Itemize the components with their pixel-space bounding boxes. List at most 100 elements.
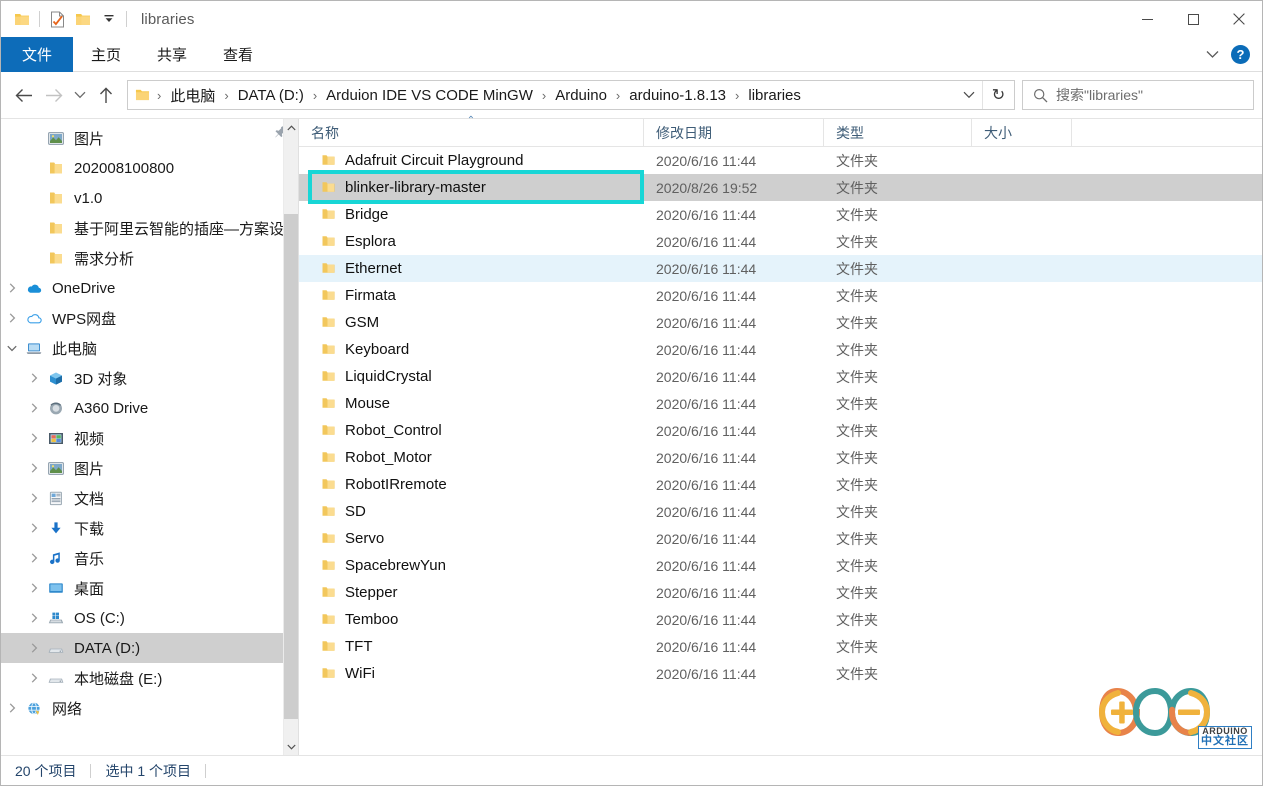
sidebar-item-1[interactable]: 202008100800: [1, 153, 298, 183]
close-button[interactable]: [1216, 1, 1262, 37]
sidebar-item-3[interactable]: 基于阿里云智能的插座—方案设计: [1, 213, 298, 243]
new-folder-icon[interactable]: [70, 6, 96, 32]
column-header-type[interactable]: 类型: [824, 119, 972, 146]
table-row[interactable]: SD 2020/6/16 11:44 文件夹: [299, 498, 1262, 525]
table-row[interactable]: Temboo 2020/6/16 11:44 文件夹: [299, 606, 1262, 633]
sidebar-item-11[interactable]: 图片: [1, 453, 298, 483]
table-row[interactable]: Servo 2020/6/16 11:44 文件夹: [299, 525, 1262, 552]
recent-locations-chevron-down-icon[interactable]: [69, 80, 91, 110]
column-header-size[interactable]: 大小: [972, 119, 1072, 146]
chevron-right-icon[interactable]: [23, 363, 45, 393]
forward-button[interactable]: [39, 80, 69, 110]
chevron-right-icon[interactable]: [23, 603, 45, 633]
table-row[interactable]: WiFi 2020/6/16 11:44 文件夹: [299, 660, 1262, 687]
scroll-down-icon[interactable]: [284, 738, 298, 755]
scroll-up-icon[interactable]: [284, 119, 298, 136]
refresh-icon[interactable]: ↻: [982, 81, 1014, 109]
table-row[interactable]: GSM 2020/6/16 11:44 文件夹: [299, 309, 1262, 336]
tab-share[interactable]: 共享: [139, 37, 205, 72]
sidebar-item-0[interactable]: 图片: [1, 123, 298, 153]
chevron-right-icon[interactable]: [23, 393, 45, 423]
minimize-button[interactable]: [1124, 1, 1170, 37]
table-row[interactable]: blinker-library-master 2020/8/26 19:52 文件夹: [299, 170, 1262, 204]
sidebar-item-6[interactable]: WPS网盘: [1, 303, 298, 333]
file-name-cell: Robot_Control: [299, 422, 644, 439]
properties-icon[interactable]: [44, 6, 70, 32]
chevron-right-icon[interactable]: [23, 513, 45, 543]
tab-file[interactable]: 文件: [1, 37, 73, 72]
back-button[interactable]: [9, 80, 39, 110]
sidebar-item-15[interactable]: 桌面: [1, 573, 298, 603]
breadcrumb-item-4[interactable]: arduino-1.8.13: [625, 85, 730, 106]
sidebar-item-10[interactable]: 视频: [1, 423, 298, 453]
breadcrumb-item-1[interactable]: DATA (D:): [234, 85, 308, 106]
table-row[interactable]: SpacebrewYun 2020/6/16 11:44 文件夹: [299, 552, 1262, 579]
table-row[interactable]: Ethernet 2020/6/16 11:44 文件夹: [299, 255, 1262, 282]
chevron-right-icon[interactable]: [23, 483, 45, 513]
table-row[interactable]: Bridge 2020/6/16 11:44 文件夹: [299, 201, 1262, 228]
chevron-right-icon[interactable]: [23, 543, 45, 573]
sidebar-item-8[interactable]: 3D 对象: [1, 363, 298, 393]
table-row[interactable]: Esplora 2020/6/16 11:44 文件夹: [299, 228, 1262, 255]
sidebar-item-18[interactable]: 本地磁盘 (E:): [1, 663, 298, 693]
sidebar-item-5[interactable]: OneDrive: [1, 273, 298, 303]
search-box[interactable]: 搜索"libraries": [1022, 80, 1254, 110]
sidebar-item-17[interactable]: DATA (D:): [1, 633, 298, 663]
sidebar-item-12[interactable]: 文档: [1, 483, 298, 513]
breadcrumb-item-0[interactable]: 此电脑: [166, 83, 219, 108]
breadcrumb-separator-2[interactable]: ›: [308, 88, 322, 103]
table-row[interactable]: Keyboard 2020/6/16 11:44 文件夹: [299, 336, 1262, 363]
sidebar-item-14[interactable]: 音乐: [1, 543, 298, 573]
sidebar-item-13[interactable]: 下载: [1, 513, 298, 543]
column-header-date[interactable]: 修改日期: [644, 119, 824, 146]
table-row[interactable]: RobotIRremote 2020/6/16 11:44 文件夹: [299, 471, 1262, 498]
scrollbar-thumb[interactable]: [284, 214, 298, 719]
help-button[interactable]: ?: [1231, 45, 1250, 64]
tab-view[interactable]: 查看: [205, 37, 271, 72]
chevron-right-icon[interactable]: [23, 423, 45, 453]
chevron-right-icon[interactable]: [23, 573, 45, 603]
chevron-right-icon[interactable]: [23, 453, 45, 483]
column-header-name[interactable]: ⌃ 名称: [299, 115, 644, 146]
sidebar-item-2[interactable]: v1.0: [1, 183, 298, 213]
breadcrumb-separator-3[interactable]: ›: [537, 88, 551, 103]
table-row[interactable]: Robot_Control 2020/6/16 11:44 文件夹: [299, 417, 1262, 444]
chevron-right-icon[interactable]: [23, 663, 45, 693]
table-row[interactable]: Robot_Motor 2020/6/16 11:44 文件夹: [299, 444, 1262, 471]
sidebar-item-4[interactable]: 需求分析: [1, 243, 298, 273]
sidebar-item-7[interactable]: 此电脑: [1, 333, 298, 363]
folder-icon[interactable]: [9, 6, 35, 32]
table-row[interactable]: TFT 2020/6/16 11:44 文件夹: [299, 633, 1262, 660]
chevron-down-icon[interactable]: [1, 333, 23, 363]
sidebar-item-9[interactable]: A360 Drive: [1, 393, 298, 423]
breadcrumb-separator-4[interactable]: ›: [611, 88, 625, 103]
breadcrumb-separator-1[interactable]: ›: [219, 88, 233, 103]
search-input[interactable]: 搜索"libraries": [1056, 85, 1143, 105]
navigation-scrollbar[interactable]: [283, 119, 298, 755]
up-button[interactable]: [91, 80, 121, 110]
chevron-right-icon[interactable]: [1, 303, 23, 333]
breadcrumb-separator-5[interactable]: ›: [730, 88, 744, 103]
address-history-chevron-down-icon[interactable]: [956, 81, 982, 109]
table-row[interactable]: LiquidCrystal 2020/6/16 11:44 文件夹: [299, 363, 1262, 390]
table-row[interactable]: Adafruit Circuit Playground 2020/6/16 11:…: [299, 147, 1262, 174]
chevron-right-icon[interactable]: [1, 693, 23, 723]
sidebar-item-19[interactable]: 网络: [1, 693, 298, 723]
breadcrumb-separator-0[interactable]: ›: [152, 88, 166, 103]
breadcrumb-bar[interactable]: › 此电脑 › DATA (D:) › Arduion IDE VS CODE …: [127, 80, 1015, 110]
table-row[interactable]: Firmata 2020/6/16 11:44 文件夹: [299, 282, 1262, 309]
table-row[interactable]: Stepper 2020/6/16 11:44 文件夹: [299, 579, 1262, 606]
sidebar-item-label: 202008100800: [74, 159, 175, 177]
maximize-button[interactable]: [1170, 1, 1216, 37]
expand-ribbon-chevron-down-icon[interactable]: [1199, 42, 1225, 68]
tab-home[interactable]: 主页: [73, 37, 139, 72]
breadcrumb-item-3[interactable]: Arduino: [551, 85, 611, 106]
file-type-cell: 文件夹: [836, 341, 878, 358]
customize-qat-icon[interactable]: [96, 6, 122, 32]
chevron-right-icon[interactable]: [23, 633, 45, 663]
breadcrumb-item-5[interactable]: libraries: [744, 85, 805, 106]
chevron-right-icon[interactable]: [1, 273, 23, 303]
table-row[interactable]: Mouse 2020/6/16 11:44 文件夹: [299, 390, 1262, 417]
breadcrumb-item-2[interactable]: Arduion IDE VS CODE MinGW: [322, 85, 537, 106]
sidebar-item-16[interactable]: OS (C:): [1, 603, 298, 633]
